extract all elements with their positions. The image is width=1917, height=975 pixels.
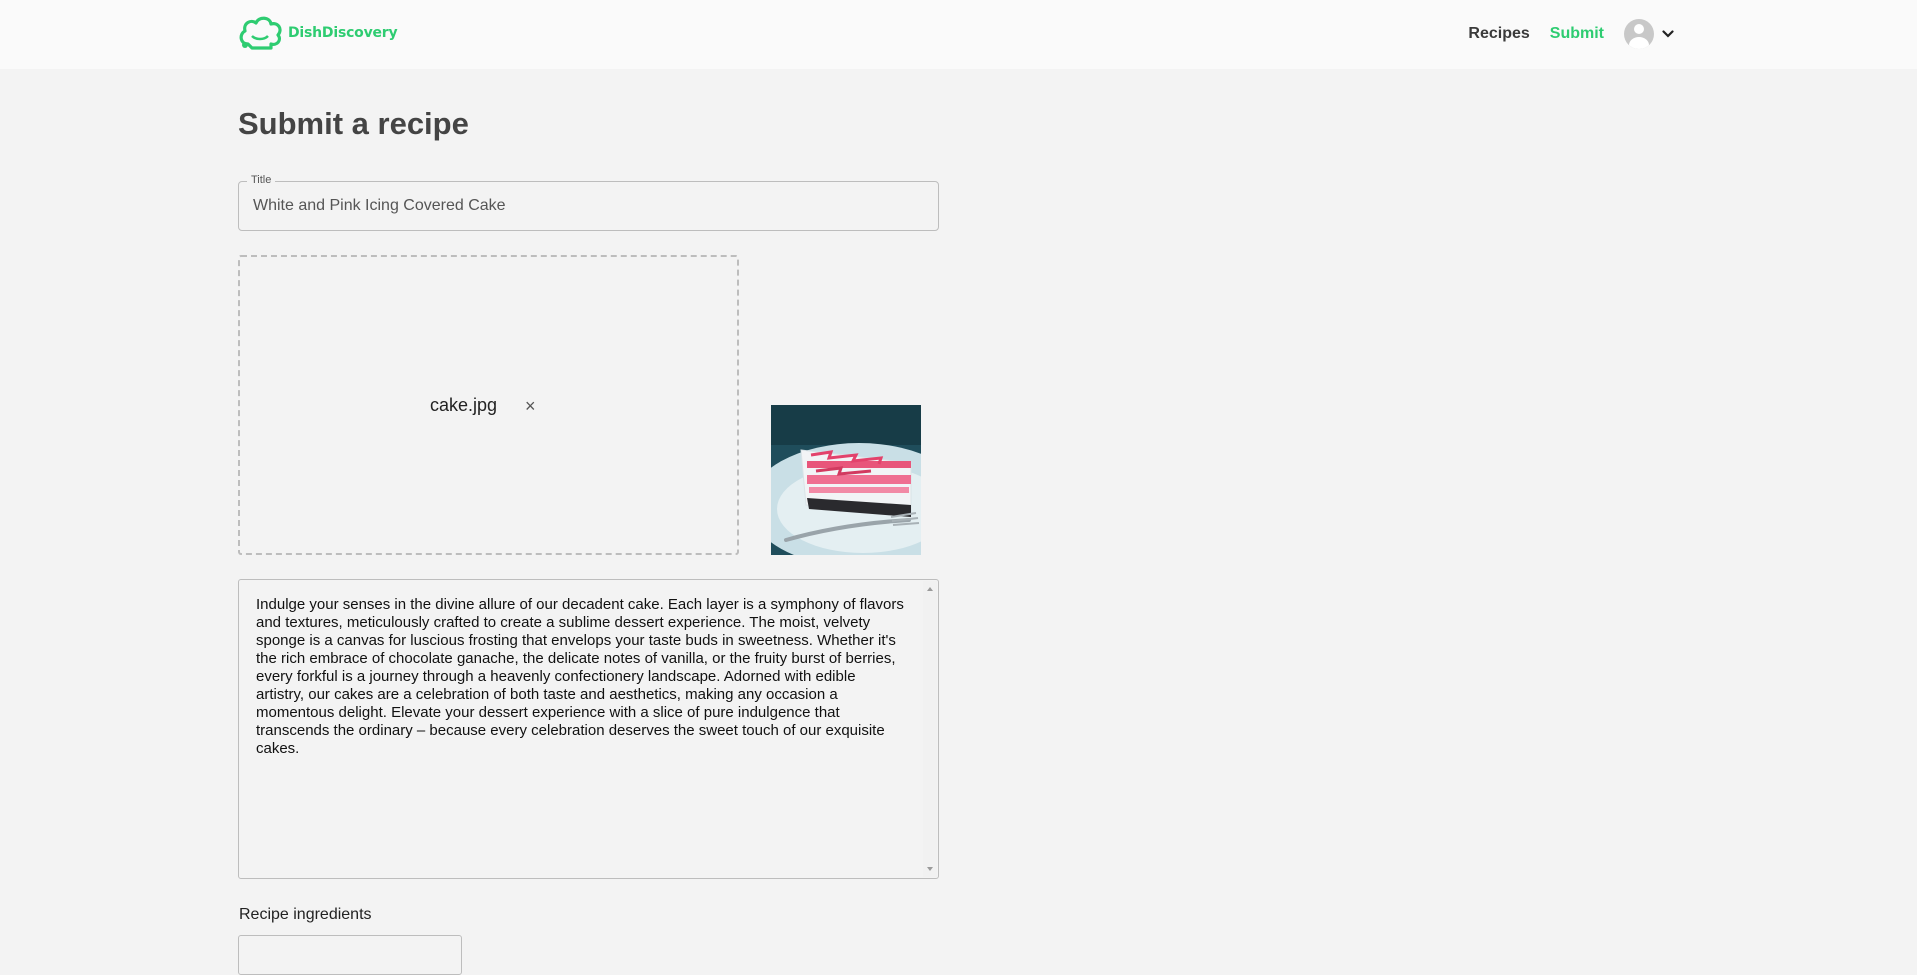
remove-file-icon[interactable]: × (525, 397, 536, 415)
description-scrollbar[interactable] (923, 581, 937, 877)
title-input[interactable] (253, 182, 923, 230)
chef-hat-icon (239, 16, 282, 50)
image-dropzone[interactable]: cake.jpg × (238, 255, 739, 555)
main-nav: Recipes Submit (1468, 18, 1674, 50)
top-navbar: DishDiscovery Recipes Submit (0, 0, 1917, 69)
page-title: Submit a recipe (238, 106, 469, 141)
ingredient-input[interactable] (238, 935, 462, 975)
avatar-head (1634, 24, 1644, 34)
brand-name: DishDiscovery (288, 25, 398, 41)
scroll-down-arrow-icon[interactable] (927, 867, 933, 871)
description-textarea[interactable]: Indulge your senses in the divine allure… (256, 596, 906, 866)
scroll-up-arrow-icon[interactable] (927, 587, 933, 591)
ingredients-label: Recipe ingredients (239, 906, 372, 923)
nav-link-recipes[interactable]: Recipes (1468, 25, 1529, 43)
user-avatar[interactable] (1624, 19, 1654, 49)
uploaded-file-name: cake.jpg (430, 395, 498, 415)
brand-logo[interactable]: DishDiscovery (238, 14, 398, 52)
description-box: Indulge your senses in the divine allure… (238, 579, 939, 879)
uploaded-file-chip: cake.jpg × (430, 395, 536, 416)
chevron-down-icon[interactable] (1662, 30, 1674, 38)
cake-slice-image (771, 405, 921, 555)
title-field: Title (238, 174, 939, 231)
avatar-body (1629, 37, 1649, 49)
nav-link-submit[interactable]: Submit (1550, 25, 1604, 43)
image-preview (771, 405, 921, 555)
